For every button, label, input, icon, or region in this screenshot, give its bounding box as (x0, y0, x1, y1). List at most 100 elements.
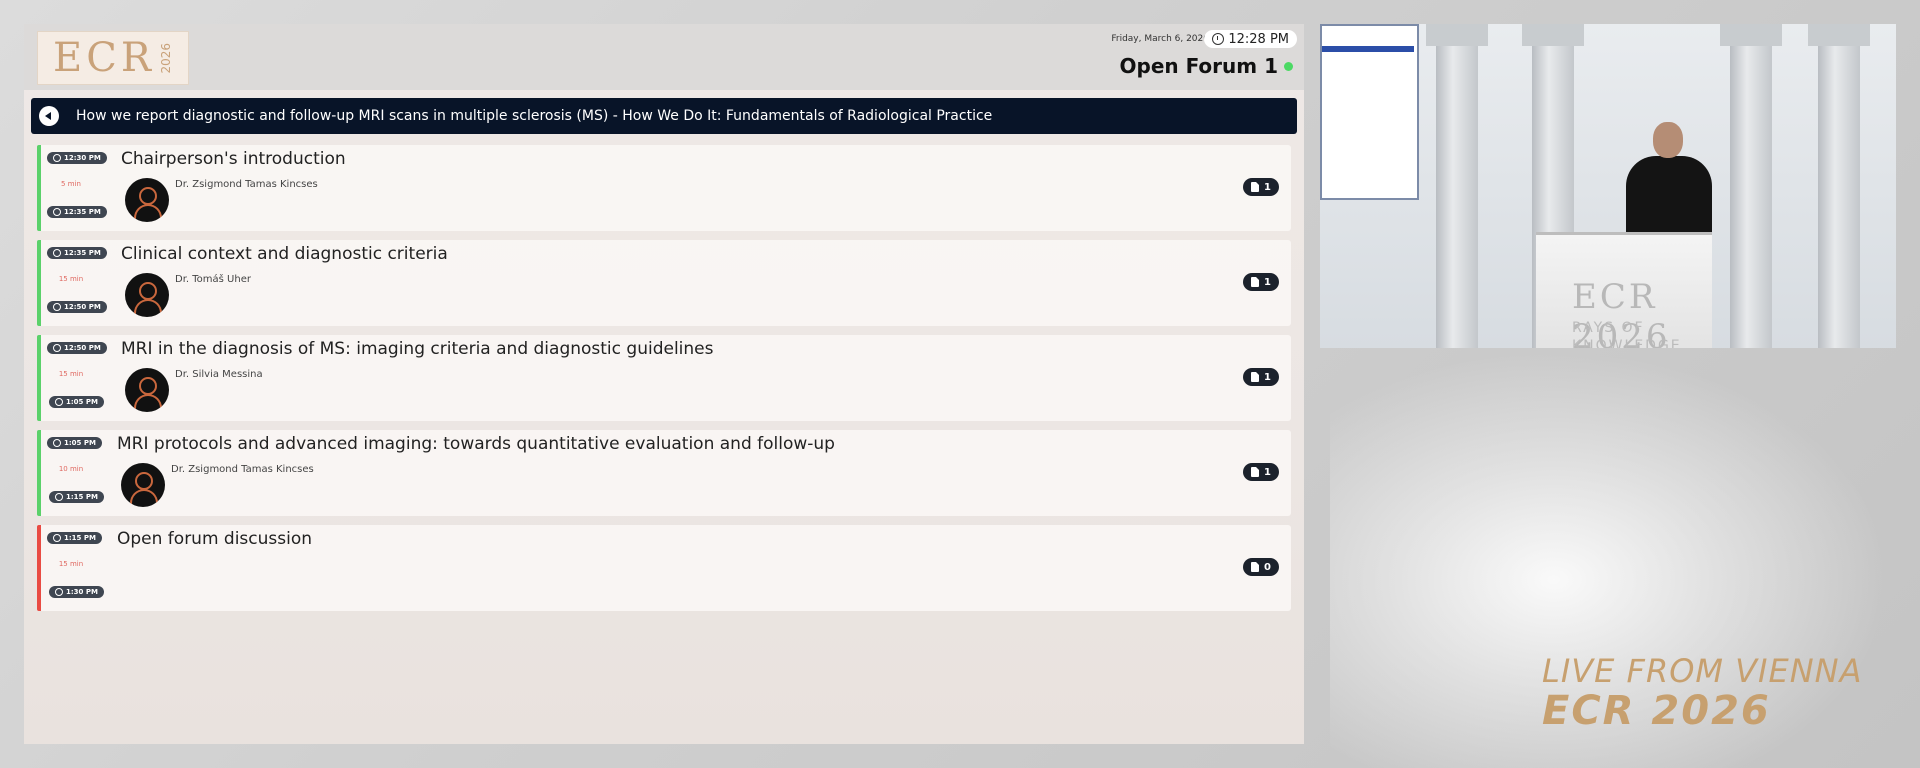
ecr-logo: ECR 2026 (37, 31, 189, 85)
talk-title: MRI protocols and advanced imaging: towa… (117, 434, 835, 454)
podium-tagline-line2: KNOWLEDGE (1572, 338, 1682, 348)
logo-text: ECR (53, 35, 155, 81)
agenda-item[interactable]: 12:35 PM 15 min 12:50 PM Clinical contex… (37, 240, 1291, 326)
speaker-name[interactable]: Dr. Tomáš Uher (175, 274, 251, 285)
end-time-badge: 12:50 PM (47, 301, 107, 313)
current-time-text: 12:28 PM (1228, 31, 1289, 47)
agenda-item[interactable]: 12:50 PM 15 min 1:05 PM MRI in the diagn… (37, 335, 1291, 421)
start-time: 12:50 PM (64, 344, 101, 352)
presenter-head (1653, 122, 1683, 158)
clock-icon (53, 439, 61, 447)
document-icon (1251, 277, 1260, 287)
column-capital (1522, 24, 1584, 46)
person-avatar-icon (125, 368, 169, 412)
start-time: 12:30 PM (64, 154, 101, 162)
talk-title: Chairperson's introduction (121, 149, 346, 169)
documents-badge[interactable]: 1 (1243, 273, 1279, 291)
start-time: 12:35 PM (64, 249, 101, 257)
panel-header: ECR 2026 Friday, March 6, 2026 12:28 PM … (24, 24, 1304, 90)
start-time-badge: 1:15 PM (47, 532, 102, 544)
ecr-2026-branding: ECR 2026 (1542, 688, 1771, 734)
live-indicator-icon (1284, 62, 1293, 71)
end-time: 1:30 PM (66, 588, 98, 596)
status-stripe (37, 335, 41, 421)
clock-icon (53, 303, 61, 311)
document-count: 0 (1264, 561, 1271, 573)
status-stripe (37, 525, 41, 611)
back-arrow-icon[interactable] (39, 106, 59, 126)
column (1436, 24, 1478, 348)
end-time: 1:05 PM (66, 398, 98, 406)
talk-title: Clinical context and diagnostic criteria (121, 244, 448, 264)
current-time: 12:28 PM (1204, 30, 1297, 48)
column (1730, 24, 1772, 348)
talk-title: MRI in the diagnosis of MS: imaging crit… (121, 339, 714, 359)
person-avatar-icon (125, 178, 169, 222)
status-stripe (37, 430, 41, 516)
clock-icon (53, 344, 61, 352)
status-stripe (37, 240, 41, 326)
column (1818, 24, 1860, 348)
column-capital (1426, 24, 1488, 46)
start-time-badge: 12:30 PM (47, 152, 107, 164)
podium-tagline: RAYS OF KNOWLEDGE (1572, 319, 1682, 348)
agenda-item[interactable]: 12:30 PM 5 min 12:35 PM Chairperson's in… (37, 145, 1291, 231)
clock-icon (53, 154, 61, 162)
document-count: 1 (1264, 276, 1271, 288)
live-from-vienna: LIVE FROM VIENNA (1542, 652, 1863, 690)
session-title: How we report diagnostic and follow-up M… (76, 108, 993, 124)
start-time-badge: 12:50 PM (47, 342, 107, 354)
presentation-screen (1320, 24, 1419, 200)
documents-badge[interactable]: 1 (1243, 463, 1279, 481)
document-count: 1 (1264, 466, 1271, 478)
start-time-badge: 1:05 PM (47, 437, 102, 449)
clock-icon (55, 493, 63, 501)
end-time: 12:35 PM (64, 208, 101, 216)
document-icon (1251, 182, 1260, 192)
screen-highlight-bar (1322, 46, 1414, 52)
document-count: 1 (1264, 371, 1271, 383)
agenda-item[interactable]: 1:05 PM 10 min 1:15 PM MRI protocols and… (37, 430, 1291, 516)
column-capital (1808, 24, 1870, 46)
clock-icon (53, 249, 61, 257)
end-time-badge: 1:05 PM (49, 396, 104, 408)
clock-icon (1212, 33, 1225, 45)
logo-year: 2026 (158, 42, 173, 74)
end-time: 1:15 PM (66, 493, 98, 501)
start-time: 1:15 PM (64, 534, 96, 542)
status-stripe (37, 145, 41, 231)
current-date: Friday, March 6, 2026 (1111, 34, 1209, 44)
start-time: 1:05 PM (64, 439, 96, 447)
document-icon (1251, 562, 1260, 572)
documents-badge[interactable]: 0 (1243, 558, 1279, 576)
duration: 15 min (58, 560, 84, 568)
end-time: 12:50 PM (64, 303, 101, 311)
room-name: Open Forum 1 (1119, 54, 1279, 78)
speaker-name[interactable]: Dr. Zsigmond Tamas Kincses (171, 464, 314, 475)
agenda-item[interactable]: 1:15 PM 15 min 1:30 PM Open forum discus… (37, 525, 1291, 611)
duration: 10 min (58, 465, 84, 473)
person-avatar-icon (125, 273, 169, 317)
document-icon (1251, 372, 1260, 382)
live-video-feed: ECR 2026 RAYS OF KNOWLEDGE (1320, 24, 1896, 348)
session-title-bar: How we report diagnostic and follow-up M… (31, 98, 1297, 134)
agenda-panel: ECR 2026 Friday, March 6, 2026 12:28 PM … (24, 24, 1304, 744)
end-time-badge: 1:15 PM (49, 491, 104, 503)
podium: ECR 2026 RAYS OF KNOWLEDGE (1536, 232, 1712, 348)
duration: 15 min (58, 370, 84, 378)
end-time-badge: 1:30 PM (49, 586, 104, 598)
document-icon (1251, 467, 1260, 477)
documents-badge[interactable]: 1 (1243, 178, 1279, 196)
clock-icon (53, 534, 61, 542)
person-avatar-icon (121, 463, 165, 507)
column-capital (1720, 24, 1782, 46)
clock-icon (53, 208, 61, 216)
duration: 15 min (58, 275, 84, 283)
presenter-body (1626, 156, 1712, 236)
podium-tagline-line1: RAYS OF (1572, 320, 1645, 336)
speaker-name[interactable]: Dr. Zsigmond Tamas Kincses (175, 179, 318, 190)
documents-badge[interactable]: 1 (1243, 368, 1279, 386)
duration: 5 min (61, 180, 81, 188)
clock-icon (55, 398, 63, 406)
speaker-name[interactable]: Dr. Silvia Messina (175, 369, 263, 380)
